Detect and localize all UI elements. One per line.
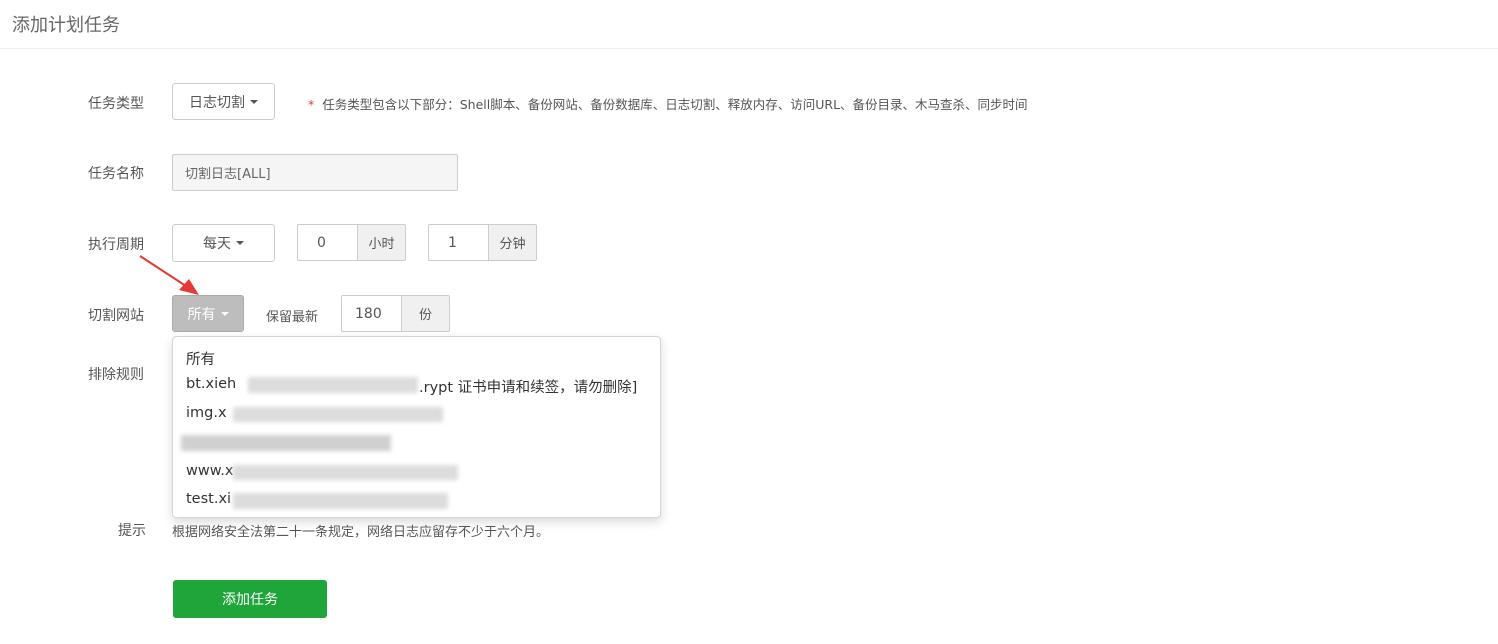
site-select[interactable]: 所有 [172, 295, 244, 332]
task-name-label: 任务名称 [88, 166, 144, 182]
exclude-label: 排除规则 [88, 367, 144, 383]
redaction-blur [233, 407, 443, 422]
required-star: * [308, 97, 315, 112]
task-type-value: 日志切割 [189, 94, 245, 111]
task-name-input[interactable]: 切割日志[ALL] [172, 154, 458, 191]
task-type-note-text: 任务类型包含以下部分：Shell脚本、备份网站、备份数据库、日志切割、释放内存、… [322, 97, 1028, 112]
redaction-blur [233, 465, 458, 480]
keep-label: 保留最新 [266, 310, 319, 325]
annotation-arrow-icon [139, 255, 199, 295]
redaction-blur [248, 377, 418, 393]
keep-group: 180 份 [341, 295, 450, 332]
dropdown-item-img[interactable]: img.x [186, 405, 227, 421]
caret-down-icon [250, 99, 258, 104]
redaction-blur [233, 493, 448, 509]
keep-input[interactable]: 180 [341, 295, 401, 332]
minute-unit: 分钟 [488, 224, 537, 261]
task-type-select[interactable]: 日志切割 [172, 83, 275, 120]
task-type-label: 任务类型 [88, 96, 144, 112]
page-title: 添加计划任务 [12, 15, 120, 36]
hour-group: 0 小时 [297, 224, 406, 261]
dropdown-item-test[interactable]: test.xi [186, 491, 231, 507]
add-task-button[interactable]: 添加任务 [173, 580, 327, 618]
dropdown-item-www[interactable]: www.x [186, 463, 233, 479]
tip-text: 根据网络安全法第二十一条规定，网络日志应留存不少于六个月。 [172, 525, 550, 540]
caret-down-icon [236, 241, 244, 245]
hour-input[interactable]: 0 [297, 224, 357, 261]
dropdown-item-bt[interactable]: bt.xieh [186, 376, 236, 392]
site-value: 所有 [187, 306, 216, 323]
dropdown-item-bt-suffix: .rypt 证书申请和续签，请勿删除] [419, 380, 638, 396]
task-type-note: * 任务类型包含以下部分：Shell脚本、备份网站、备份数据库、日志切割、释放内存… [308, 94, 1028, 113]
site-dropdown-menu: 所有 bt.xieh .rypt 证书申请和续签，请勿删除] img.x www… [172, 336, 661, 518]
caret-down-icon [220, 311, 229, 316]
tip-label: 提示 [118, 523, 146, 539]
redaction-blur [181, 435, 391, 451]
minute-group: 1 分钟 [428, 224, 537, 261]
keep-unit: 份 [401, 295, 450, 332]
minute-input[interactable]: 1 [428, 224, 488, 261]
page-header: 添加计划任务 [0, 0, 1498, 49]
period-value: 每天 [203, 236, 231, 252]
hour-unit: 小时 [357, 224, 406, 261]
dropdown-item-all[interactable]: 所有 [186, 348, 215, 369]
site-label: 切割网站 [88, 308, 144, 324]
